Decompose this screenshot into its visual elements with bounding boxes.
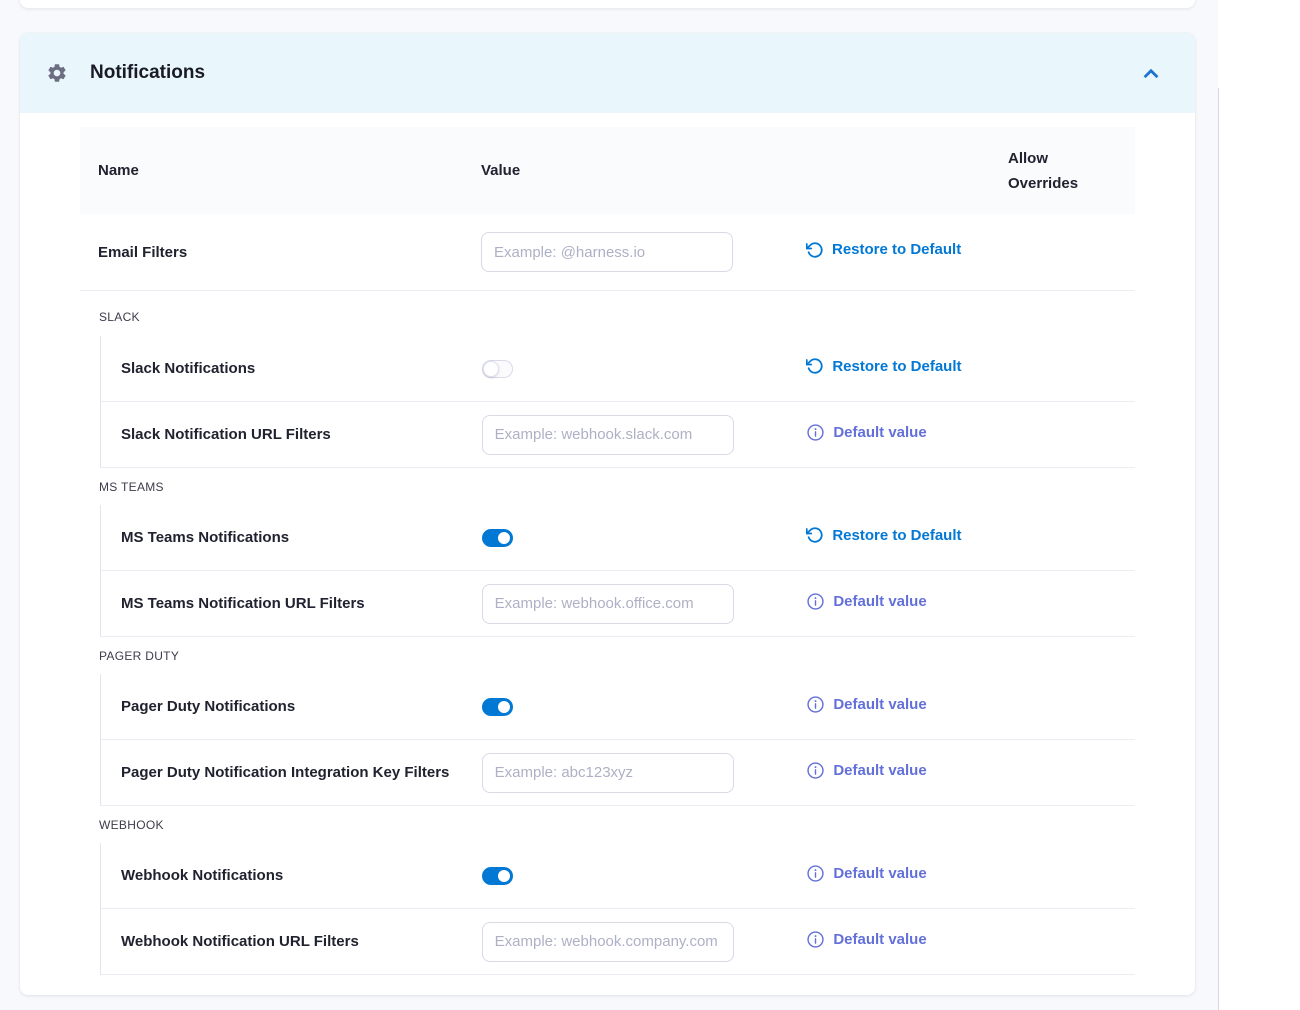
column-header-name: Name	[80, 158, 481, 183]
toggle-knob	[483, 361, 499, 377]
toggle-knob	[498, 701, 510, 713]
column-header-value: Value	[481, 158, 806, 183]
action-label: Default value	[833, 696, 926, 713]
action-label: Default value	[833, 593, 926, 610]
settings-group-ms-teams: MS TEAMS MS Teams Notifications Restore …	[80, 468, 1135, 637]
settings-group-webhook: WEBHOOK Webhook Notifications Default va…	[80, 806, 1135, 975]
setting-row-pager-duty-notifications: Pager Duty Notifications Default value	[101, 674, 1135, 740]
default-value-button[interactable]: Default value	[806, 930, 926, 949]
group-label: MS TEAMS	[80, 468, 1135, 505]
default-value-button[interactable]: Default value	[806, 423, 926, 442]
default-value-button[interactable]: Default value	[806, 695, 926, 714]
setting-label: Webhook Notification URL Filters	[101, 933, 482, 950]
pager-duty-key-filters-input[interactable]	[482, 753, 734, 793]
ms-teams-url-filters-input[interactable]	[482, 584, 734, 624]
setting-row-webhook-notifications: Webhook Notifications Default value	[101, 843, 1135, 909]
action-label: Restore to Default	[832, 527, 961, 544]
setting-row-slack-notifications: Slack Notifications Restore to Default	[101, 336, 1135, 402]
previous-section-card-edge	[20, 0, 1195, 8]
chevron-up-icon	[1141, 63, 1161, 83]
ms-teams-notifications-toggle[interactable]	[482, 529, 513, 547]
group-label: SLACK	[80, 291, 1135, 336]
table-header-row: Name Value Allow Overrides	[80, 127, 1135, 214]
setting-label: Email Filters	[80, 244, 481, 261]
setting-row-pager-duty-key-filters: Pager Duty Notification Integration Key …	[101, 740, 1135, 806]
info-icon	[806, 592, 825, 611]
notifications-card-header[interactable]: Notifications	[20, 33, 1195, 113]
slack-notifications-toggle[interactable]	[482, 360, 513, 378]
email-filters-input[interactable]	[481, 232, 733, 272]
restore-to-default-button[interactable]: Restore to Default	[806, 357, 961, 375]
setting-label: Pager Duty Notifications	[101, 698, 482, 715]
action-label: Default value	[833, 931, 926, 948]
webhook-url-filters-input[interactable]	[482, 922, 734, 962]
toggle-knob	[498, 870, 510, 882]
setting-label: Slack Notifications	[101, 360, 482, 377]
setting-label: Slack Notification URL Filters	[101, 426, 482, 443]
setting-row-webhook-url-filters: Webhook Notification URL Filters Default…	[101, 909, 1135, 975]
column-header-allow-overrides: Allow Overrides	[1008, 146, 1135, 196]
setting-label: Pager Duty Notification Integration Key …	[101, 764, 482, 781]
gear-icon	[46, 62, 68, 84]
info-icon	[806, 695, 825, 714]
info-icon	[806, 761, 825, 780]
setting-label: MS Teams Notification URL Filters	[101, 595, 482, 612]
action-label: Default value	[833, 424, 926, 441]
group-label: WEBHOOK	[80, 806, 1135, 843]
collapse-section-button[interactable]	[1137, 59, 1165, 87]
settings-group-pager-duty: PAGER DUTY Pager Duty Notifications Defa…	[80, 637, 1135, 806]
group-label: PAGER DUTY	[80, 637, 1135, 674]
action-label: Restore to Default	[832, 358, 961, 375]
info-icon	[806, 423, 825, 442]
toggle-knob	[498, 532, 510, 544]
default-value-button[interactable]: Default value	[806, 592, 926, 611]
settings-group-slack: SLACK Slack Notifications Restore to Def…	[80, 291, 1135, 468]
pager-duty-notifications-toggle[interactable]	[482, 698, 513, 716]
setting-row-ms-teams-url-filters: MS Teams Notification URL Filters Defaul…	[101, 571, 1135, 637]
info-icon	[806, 930, 825, 949]
pane-divider	[1218, 88, 1219, 1010]
setting-row-slack-url-filters: Slack Notification URL Filters Default v…	[101, 402, 1135, 468]
default-value-button[interactable]: Default value	[806, 761, 926, 780]
action-label: Default value	[833, 762, 926, 779]
content-pane: Notifications Name Value Allow Overrides…	[0, 0, 1218, 1010]
restore-to-default-button[interactable]: Restore to Default	[806, 526, 961, 544]
setting-label: Webhook Notifications	[101, 867, 482, 884]
restore-to-default-button[interactable]: Restore to Default	[806, 241, 961, 259]
restore-icon	[806, 526, 824, 544]
slack-url-filters-input[interactable]	[482, 415, 734, 455]
setting-row-email-filters: Email Filters Restore to Default	[80, 214, 1135, 291]
action-label: Restore to Default	[832, 241, 961, 258]
notifications-card: Notifications Name Value Allow Overrides…	[20, 33, 1195, 995]
setting-row-ms-teams-notifications: MS Teams Notifications Restore to Defaul…	[101, 505, 1135, 571]
setting-label: MS Teams Notifications	[101, 529, 482, 546]
action-label: Default value	[833, 865, 926, 882]
webhook-notifications-toggle[interactable]	[482, 867, 513, 885]
info-icon	[806, 864, 825, 883]
section-title: Notifications	[90, 62, 205, 84]
default-value-button[interactable]: Default value	[806, 864, 926, 883]
restore-icon	[806, 357, 824, 375]
restore-icon	[806, 241, 824, 259]
settings-table: Name Value Allow Overrides Email Filters…	[20, 113, 1195, 992]
